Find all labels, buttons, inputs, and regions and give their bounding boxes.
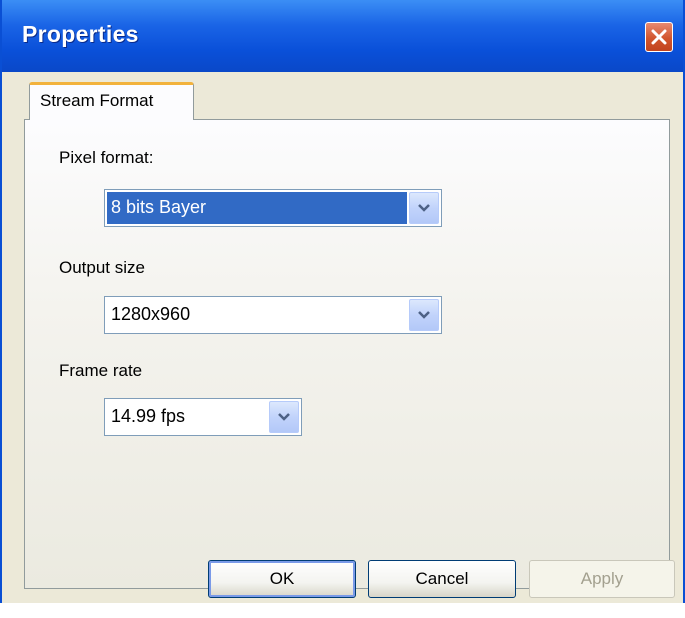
output-size-dropdown-button[interactable] xyxy=(409,299,439,331)
title-bar[interactable]: Properties xyxy=(2,0,683,72)
frame-rate-select[interactable]: 14.99 fps xyxy=(104,398,302,436)
apply-button[interactable]: Apply xyxy=(529,560,675,598)
chevron-down-icon xyxy=(418,204,430,212)
pixel-format-dropdown-button[interactable] xyxy=(409,192,439,224)
output-size-label: Output size xyxy=(59,258,145,277)
close-button[interactable] xyxy=(645,22,673,52)
frame-rate-value: 14.99 fps xyxy=(111,406,186,426)
window-title: Properties xyxy=(22,21,139,47)
pixel-format-value: 8 bits Bayer xyxy=(107,192,407,224)
chevron-down-icon xyxy=(278,413,290,421)
tab-label: Stream Format xyxy=(40,91,154,110)
frame-rate-dropdown-button[interactable] xyxy=(269,401,299,433)
output-size-select[interactable]: 1280x960 xyxy=(104,296,442,334)
frame-rate-label: Frame rate xyxy=(59,361,143,380)
pixel-format-label: Pixel format: xyxy=(59,148,154,167)
chevron-down-icon xyxy=(418,311,430,319)
cancel-button[interactable]: Cancel xyxy=(368,560,516,598)
close-icon xyxy=(651,29,667,45)
pixel-format-select[interactable]: 8 bits Bayer xyxy=(104,189,442,227)
properties-dialog: Properties Stream Format Pixel format: 8… xyxy=(0,0,685,603)
ok-button[interactable]: OK xyxy=(208,560,356,598)
output-size-value: 1280x960 xyxy=(111,304,191,324)
tab-stream-format[interactable]: Stream Format xyxy=(29,82,194,120)
